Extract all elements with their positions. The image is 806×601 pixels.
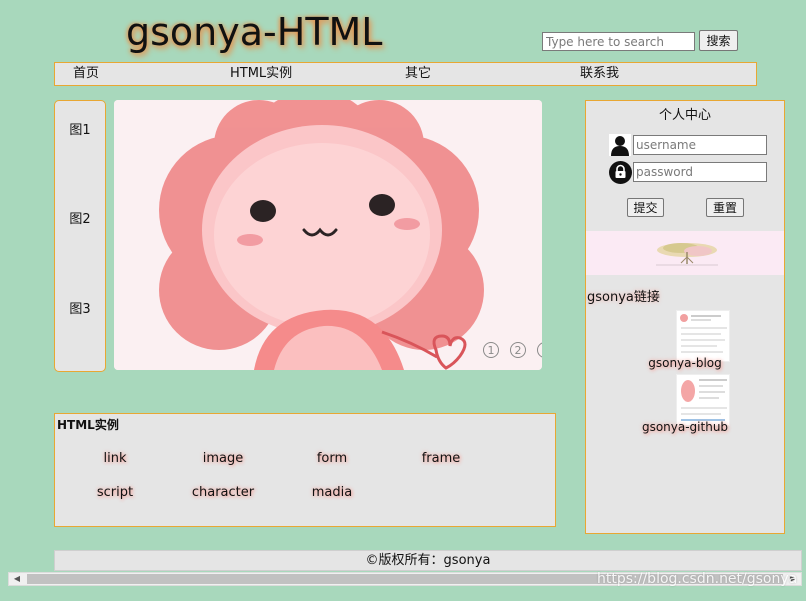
example-link-frame[interactable]: frame (401, 451, 481, 466)
submit-button[interactable]: 提交 (627, 198, 664, 217)
search-input[interactable] (542, 32, 695, 51)
nav-item-other[interactable]: 其它 (405, 65, 431, 83)
nav-item-contact[interactable]: 联系我 (580, 65, 619, 83)
slider-dot-1[interactable]: 1 (483, 342, 499, 358)
image-menu-item-2[interactable]: 图2 (55, 208, 105, 227)
reset-button[interactable]: 重置 (706, 198, 744, 217)
personal-center-panel: 个人中心 提交 重置 gsonya链接 (585, 100, 785, 534)
search-button[interactable]: 搜索 (699, 30, 738, 51)
image-menu-item-3[interactable]: 图3 (55, 298, 105, 317)
tree-banner (586, 231, 784, 275)
blog-link[interactable]: gsonya-blog (586, 356, 784, 370)
personal-center-title: 个人中心 (658, 108, 711, 123)
csdn-watermark: https://blog.csdn.net/gsonya (597, 571, 798, 587)
chevron-left-icon[interactable]: ◀ (10, 573, 24, 585)
github-thumbnail[interactable] (676, 374, 730, 426)
main-nav: 首页 HTML实例 其它 联系我 (54, 62, 757, 86)
username-field[interactable] (633, 135, 767, 155)
image-menu: 图1 图2 图3 (54, 100, 106, 372)
example-link-character[interactable]: character (183, 485, 263, 500)
lock-icon (609, 161, 632, 184)
gsonya-links-title: gsonya链接 (587, 290, 660, 305)
user-icon (609, 134, 631, 156)
site-title: gsonya-HTML (126, 10, 383, 54)
example-link-link[interactable]: link (75, 451, 155, 466)
html-examples-title: HTML实例 (57, 418, 119, 432)
github-link[interactable]: gsonya-github (586, 420, 784, 434)
slider-dot-2[interactable]: 2 (510, 342, 526, 358)
nav-item-home[interactable]: 首页 (73, 65, 99, 83)
tree-illustration (656, 243, 718, 266)
footer-copyright: ©版权所有：gsonya (54, 550, 802, 571)
example-link-image[interactable]: image (183, 451, 263, 466)
password-field[interactable] (633, 162, 767, 182)
blog-thumbnail[interactable] (676, 310, 730, 362)
nav-item-html-examples[interactable]: HTML实例 (230, 65, 292, 83)
example-link-form[interactable]: form (292, 451, 372, 466)
image-menu-item-1[interactable]: 图1 (55, 119, 105, 138)
cartoon-illustration (114, 100, 542, 370)
example-link-madia[interactable]: madia (292, 485, 372, 500)
html-examples-panel: HTML实例 link image form frame script char… (54, 413, 556, 527)
example-link-script[interactable]: script (75, 485, 155, 500)
image-slider: 1 2 3 (114, 100, 542, 370)
